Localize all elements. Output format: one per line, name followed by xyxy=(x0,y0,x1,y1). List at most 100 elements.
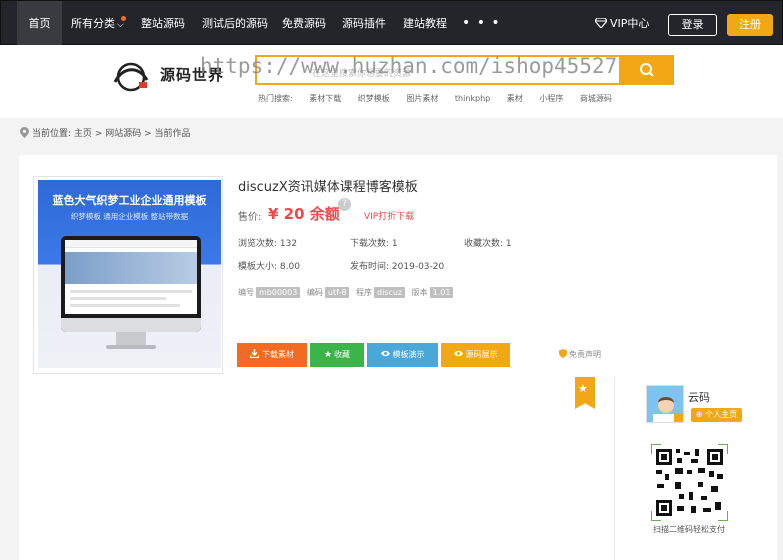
nav-all-categories[interactable]: 所有分类 ⌵ xyxy=(71,1,124,46)
register-button[interactable]: 注册 xyxy=(727,14,773,36)
author-homepage-label: 个人主页 xyxy=(705,410,738,419)
downloads-value: 1 xyxy=(391,239,398,249)
sidebar-divider xyxy=(614,377,615,560)
qr-caption: 扫描二维码轻松支付 xyxy=(653,525,725,534)
favorite-button-label: 收藏 xyxy=(334,350,351,359)
favorites-value: 1 xyxy=(505,239,512,249)
site-logo-icon[interactable] xyxy=(109,62,153,92)
question-icon[interactable]: ? xyxy=(338,198,351,211)
screen-header-strip xyxy=(65,240,197,248)
download-icon xyxy=(250,349,259,358)
published-label: 发布时间: xyxy=(350,262,390,272)
hot-word[interactable]: 小程序 xyxy=(539,94,563,103)
views-value: 132 xyxy=(279,239,298,249)
author-homepage-button[interactable]: ⊕ 个人主页 xyxy=(691,408,742,422)
views-stat: 浏览次数: 132 xyxy=(238,236,297,249)
hot-word[interactable]: 商城源码 xyxy=(580,94,612,103)
plus-circle-icon: ⊕ xyxy=(695,410,706,419)
favorite-button[interactable]: ★ 收藏 xyxy=(310,343,364,367)
demo-button-label: 模板演示 xyxy=(392,350,425,359)
breadcrumb-separator: > xyxy=(94,129,103,139)
thumbnail-title: 蓝色大气织梦工业企业通用模板 xyxy=(52,194,207,207)
search-icon xyxy=(640,63,654,77)
top-nav-bar: 首页 所有分类 ⌵ 整站源码 测试后的源码 免费源码 源码插件 建站教程 • • … xyxy=(0,0,783,46)
nav-free-source[interactable]: 免费源码 xyxy=(282,1,326,46)
url-watermark: https://www.huzhan.com/ishop45527 xyxy=(200,54,618,78)
source-preview-button-label: 源码展示 xyxy=(465,350,498,359)
imac-chin xyxy=(61,318,201,332)
breadcrumb-prefix: 当前位置: xyxy=(32,129,72,139)
hot-dot-icon xyxy=(121,16,126,21)
hot-word[interactable]: 素材下载 xyxy=(309,94,341,103)
tag-label: 版本 xyxy=(411,288,428,297)
download-button-label: 下载素材 xyxy=(262,350,294,359)
diamond-icon xyxy=(595,18,607,28)
vip-center-link[interactable]: VIP中心 xyxy=(595,1,649,46)
payment-qr-code xyxy=(651,444,728,521)
hot-searches: 热门搜索: 素材下载 织梦模板 图片素材 thinkphp 素材 小程序 商城源… xyxy=(258,93,626,104)
breadcrumb-source[interactable]: 网站源码 xyxy=(105,129,141,139)
imac-foot xyxy=(106,345,156,349)
hot-search-label: 热门搜索: xyxy=(258,94,293,103)
author-avatar[interactable] xyxy=(646,385,684,423)
favorites-label: 收藏次数: xyxy=(464,239,504,249)
tag-value: discuz xyxy=(373,287,406,298)
hot-word[interactable]: 素材 xyxy=(507,94,523,103)
hot-word[interactable]: 织梦模板 xyxy=(358,94,390,103)
breadcrumb-home[interactable]: 主页 xyxy=(74,129,92,139)
eye-icon xyxy=(453,350,463,357)
screen-content-line xyxy=(70,304,180,307)
vip-center-label: VIP中心 xyxy=(610,17,650,30)
screen-hero-image xyxy=(65,252,197,284)
star-icon: ★ xyxy=(323,350,333,360)
product-thumbnail[interactable]: 蓝色大气织梦工业企业通用模板 织梦模板 通用企业模板 整站带数据 xyxy=(38,180,221,368)
imac-stand xyxy=(116,332,146,346)
nav-site-tutorials[interactable]: 建站教程 xyxy=(403,1,447,46)
nav-home[interactable]: 首页 xyxy=(17,1,62,46)
size-label: 模板大小: xyxy=(238,262,278,272)
search-button[interactable] xyxy=(621,55,674,85)
shield-icon xyxy=(559,349,567,358)
disclaimer-link[interactable]: 免责声明 xyxy=(559,349,601,360)
chevron-down-icon: ⌵ xyxy=(117,20,124,30)
downloads-stat: 下载次数: 1 xyxy=(350,236,398,249)
published-stat: 发布时间: 2019-03-20 xyxy=(350,259,444,272)
nav-tested-source[interactable]: 测试后的源码 xyxy=(202,1,268,46)
hot-word[interactable]: 图片素材 xyxy=(406,94,438,103)
published-value: 2019-03-20 xyxy=(391,262,445,272)
screen-content-line xyxy=(70,297,166,300)
nav-full-site-source[interactable]: 整站源码 xyxy=(141,1,185,46)
tag-value: 1.01 xyxy=(429,287,454,298)
favorites-stat: 收藏次数: 1 xyxy=(464,236,512,249)
tag-value: utf-8 xyxy=(324,287,350,298)
breadcrumb-separator: > xyxy=(144,129,152,139)
hot-word[interactable]: thinkphp xyxy=(455,94,490,103)
thumbnail-subtitle: 织梦模板 通用企业模板 整站带数据 xyxy=(70,212,189,221)
views-label: 浏览次数: xyxy=(238,239,278,249)
tag-value: mb00003 xyxy=(256,287,301,298)
tag-label: 编号 xyxy=(238,288,254,297)
size-value: 8.00 xyxy=(279,262,300,272)
nav-source-plugins[interactable]: 源码插件 xyxy=(342,1,386,46)
breadcrumb-current: 当前作品 xyxy=(154,129,191,139)
breadcrumb: 当前位置: 主页 > 网站源码 > 当前作品 xyxy=(20,126,191,139)
download-button[interactable]: 下载素材 xyxy=(237,343,307,367)
login-button[interactable]: 登录 xyxy=(668,14,717,36)
location-pin-icon xyxy=(20,127,29,138)
product-title: discuzX资讯媒体课程博客模板 xyxy=(238,180,418,195)
demo-button[interactable]: 模板演示 xyxy=(367,343,438,367)
more-menu-icon[interactable]: • • • xyxy=(462,1,501,46)
avatar-person-icon xyxy=(647,386,683,422)
source-preview-button[interactable]: 源码展示 xyxy=(441,343,510,367)
screen-content-line xyxy=(70,290,192,293)
disclaimer-label: 免责声明 xyxy=(569,350,601,359)
downloads-label: 下载次数: xyxy=(350,239,390,249)
eye-icon xyxy=(380,350,390,357)
size-stat: 模板大小: 8.00 xyxy=(238,259,300,272)
price-value: ¥ 20 余额 xyxy=(268,205,340,223)
author-name[interactable]: 云码 xyxy=(688,389,710,405)
product-tags: 编号 mb00003 编码 utf-8 程序 discuz 版本 1.01 xyxy=(238,287,457,298)
tag-label: 编码 xyxy=(306,288,323,297)
vip-discount-link[interactable]: VIP打折下载 xyxy=(364,209,414,222)
tag-label: 程序 xyxy=(355,288,372,297)
